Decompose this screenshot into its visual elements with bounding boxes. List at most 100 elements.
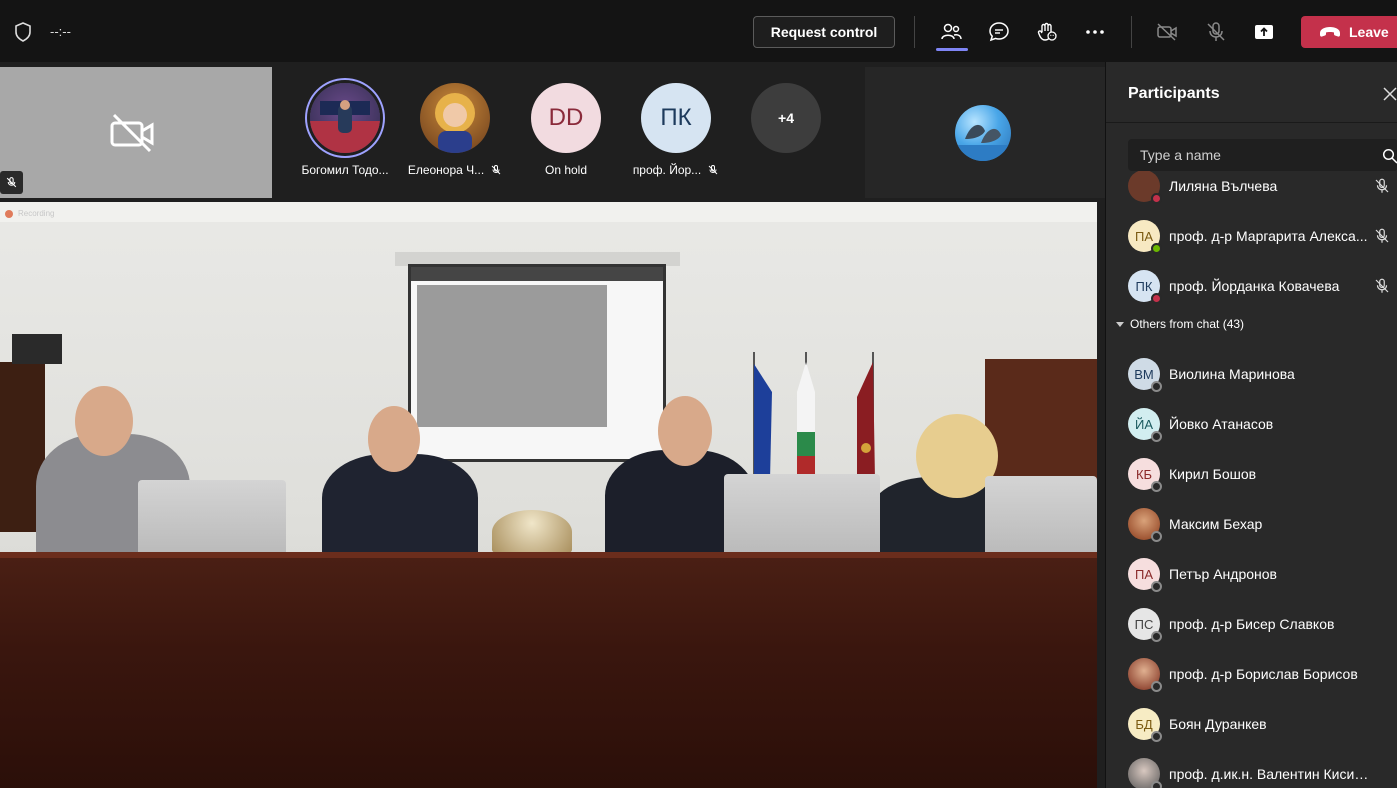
list-item[interactable]: ПК проф. Йорданка Ковачева [1106, 261, 1397, 311]
participants-panel: Participants Лиляна Вълчева ПА проф. д-р… [1105, 62, 1397, 788]
avatar-initials: БД [1135, 716, 1153, 732]
avatar [1128, 508, 1162, 542]
university-flag [857, 352, 875, 480]
leave-label: Leave [1349, 24, 1389, 40]
mic-off-icon[interactable] [1202, 18, 1230, 46]
list-item[interactable]: проф. д-р Борислав Борисов [1106, 649, 1397, 699]
mic-off-icon [6, 177, 17, 188]
available-status-icon [1151, 243, 1162, 254]
busy-status-icon [1151, 293, 1162, 304]
leave-button[interactable]: Leave [1301, 16, 1397, 48]
list-item[interactable]: проф. д.ик.н. Валентин Кисимов [1106, 749, 1397, 788]
offline-status-icon [1151, 381, 1162, 392]
request-control-button[interactable]: Request control [753, 16, 895, 48]
gallery-participant[interactable]: DD On hold [511, 80, 621, 190]
shield-icon[interactable] [14, 22, 32, 42]
participant-search-input[interactable] [1128, 139, 1397, 171]
avatar-initials: ПА [1134, 228, 1153, 244]
video-laptop [138, 480, 286, 558]
avatar: ПА [1128, 220, 1162, 254]
video-speaker [12, 334, 62, 364]
projector-screen-image [417, 285, 607, 427]
list-item[interactable]: Лиляна Вълчева [1106, 171, 1397, 211]
main-video-stage[interactable]: Recording [0, 202, 1097, 788]
avatar-initials: ПК [1135, 278, 1153, 294]
avatar [1128, 658, 1162, 692]
participant-name: Йовко Атанасов [1169, 416, 1274, 432]
video-person-1-head [75, 386, 133, 456]
section-label: Others from chat (43) [1130, 317, 1245, 331]
participant-name: Боян Дуранкев [1169, 716, 1267, 732]
offline-status-icon [1151, 681, 1162, 692]
projector-screen-bar [411, 267, 663, 281]
participant-name: Петър Андронов [1169, 566, 1277, 582]
avatar [1128, 171, 1162, 204]
avatar [955, 105, 1011, 161]
teams-meeting-window: --:-- Request control Leave Богомил Тодо… [0, 0, 1397, 788]
avatar: ЙА [1128, 408, 1162, 442]
list-item[interactable]: БД Боян Дуранкев [1106, 699, 1397, 749]
participant-name: Лиляна Вълчева [1169, 178, 1278, 194]
gallery-participant[interactable]: Богомил Тодо... [290, 80, 400, 190]
chevron-down-icon [1116, 321, 1124, 327]
participant-name: проф. д-р Маргарита Алекса... [1169, 228, 1368, 244]
toolbar-divider [1131, 16, 1132, 48]
list-item[interactable]: ПА проф. д-р Маргарита Алекса... [1106, 211, 1397, 261]
busy-status-icon [1151, 193, 1162, 204]
list-item[interactable]: ВМ Виолина Маринова [1106, 349, 1397, 399]
mic-off-icon [708, 165, 718, 175]
people-icon[interactable] [937, 18, 965, 46]
close-icon[interactable] [1382, 86, 1397, 102]
gallery-participant[interactable]: ПК проф. Йор... [621, 80, 731, 190]
video-person-2-head [368, 406, 420, 472]
participant-name: проф. д.ик.н. Валентин Кисимов [1169, 766, 1369, 782]
more-options-icon[interactable] [1081, 18, 1109, 46]
search-icon[interactable] [1382, 148, 1397, 164]
avatar [420, 83, 490, 153]
reactions-icon[interactable] [1033, 18, 1061, 46]
participant-name: проф. Йорданка Ковачева [1169, 278, 1340, 294]
participant-name: Кирил Бошов [1169, 466, 1257, 482]
gallery-participant[interactable]: Елеонора Ч... [400, 80, 510, 190]
participant-name: Виолина Маринова [1169, 366, 1295, 382]
video-ceiling [0, 202, 1097, 222]
video-table [0, 558, 1097, 788]
list-item[interactable]: КБ Кирил Бошов [1106, 449, 1397, 499]
participant-photo [310, 100, 380, 153]
video-off-icon [110, 113, 154, 153]
participant-photo [435, 93, 475, 153]
self-video-tile[interactable] [0, 67, 272, 198]
share-screen-icon[interactable] [1250, 18, 1278, 46]
participant-name: Максим Бехар [1169, 516, 1263, 532]
avatar-initials: КБ [1135, 466, 1153, 482]
chat-icon[interactable] [985, 18, 1013, 46]
pinned-participant-tile[interactable] [865, 67, 1105, 198]
list-item[interactable]: Максим Бехар [1106, 499, 1397, 549]
list-item[interactable]: ПА Петър Андронов [1106, 549, 1397, 599]
offline-status-icon [1151, 631, 1162, 642]
more-participants-button[interactable]: +4 [751, 83, 821, 153]
panel-title: Participants [1128, 85, 1220, 102]
toolbar-divider [914, 16, 915, 48]
offline-status-icon [1151, 531, 1162, 542]
others-from-chat-section[interactable]: Others from chat (43) [1116, 317, 1244, 331]
avatar: ПА [1128, 558, 1162, 592]
avatar-initials: ЙА [1134, 416, 1153, 432]
mic-off-icon[interactable] [1373, 277, 1391, 295]
offline-status-icon [1151, 731, 1162, 742]
participant-name: проф. д-р Бисер Славков [1169, 616, 1335, 632]
list-item[interactable]: ПС проф. д-р Бисер Славков [1106, 599, 1397, 649]
avatar: ПК [1128, 270, 1162, 304]
mic-off-icon[interactable] [1373, 177, 1391, 195]
avatar-initials: ПА [1134, 566, 1153, 582]
list-item[interactable]: ЙА Йовко Атанасов [1106, 399, 1397, 449]
camera-off-icon[interactable] [1153, 18, 1181, 46]
phone-hangup-icon [1320, 27, 1340, 37]
video-laptop [724, 474, 880, 558]
avatar [310, 83, 380, 153]
video-laptop [985, 476, 1097, 558]
national-flag [797, 352, 815, 480]
avatar-initials: ПС [1134, 616, 1154, 632]
self-muted-indicator [0, 171, 23, 194]
mic-off-icon[interactable] [1373, 227, 1391, 245]
